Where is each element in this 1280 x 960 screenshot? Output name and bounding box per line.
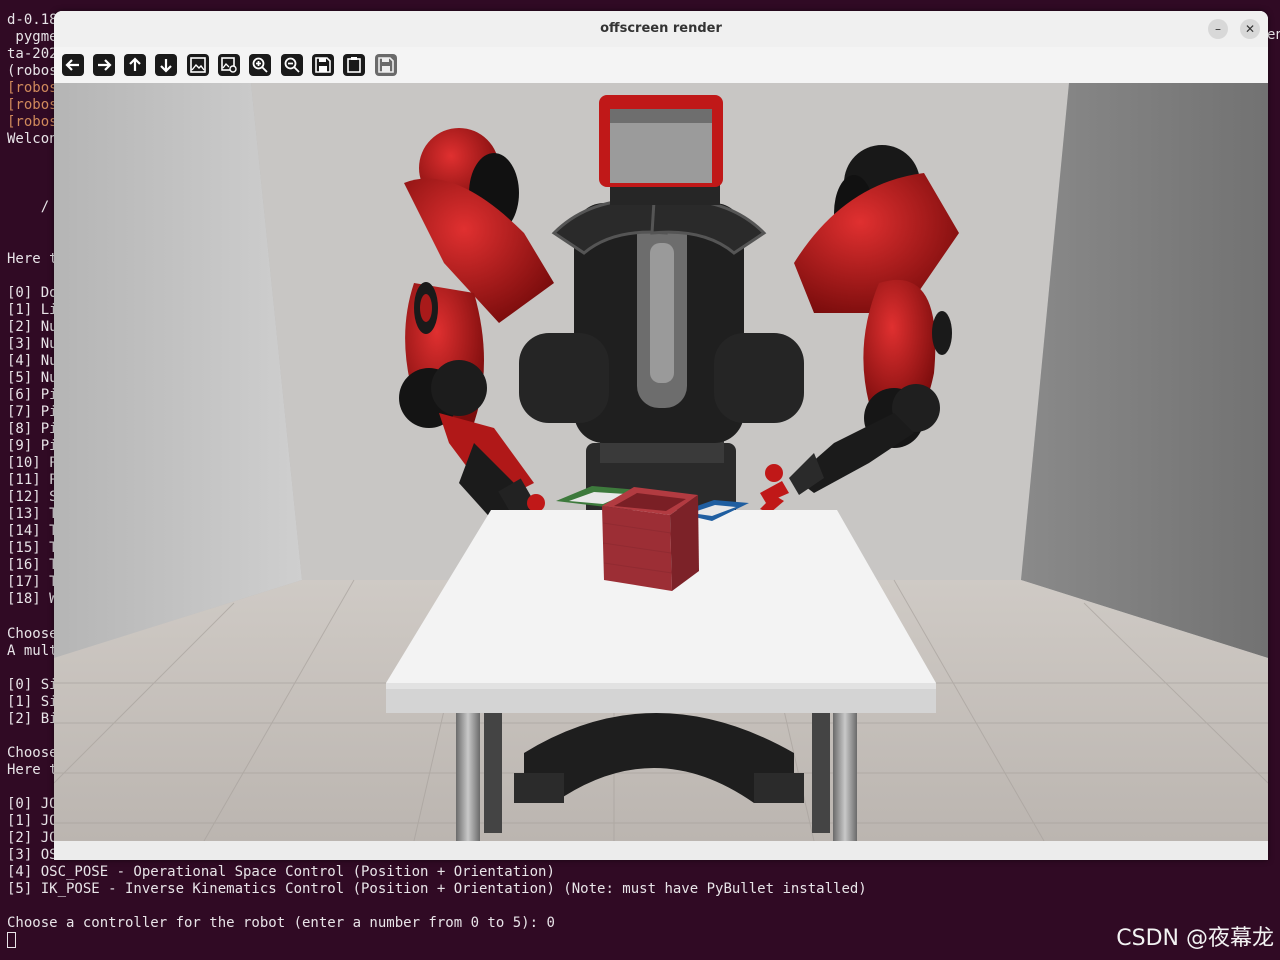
terminal-line: [15] T: [7, 540, 58, 556]
close-button[interactable]: ✕: [1240, 19, 1260, 39]
robot-scene: [54, 83, 1268, 841]
terminal-line: [8] Pi: [7, 421, 58, 437]
image-icon: [187, 54, 209, 76]
terminal-cursor: [7, 932, 16, 948]
terminal-line: Here t: [7, 762, 58, 778]
terminal-line: Here t: [7, 251, 58, 267]
terminal-line: [1] JO: [7, 813, 58, 829]
zoom-in-icon: [249, 54, 271, 76]
watermark: CSDN @夜幕龙: [1116, 926, 1274, 951]
zoom-in-button[interactable]: [248, 53, 272, 77]
terminal-line: pygme: [7, 29, 58, 45]
terminal-line: [0] Do: [7, 285, 58, 301]
save-icon: [312, 54, 334, 76]
toolbar: [54, 47, 1268, 83]
save-button[interactable]: [311, 53, 335, 77]
terminal-line: [3] OS: [7, 847, 58, 863]
terminal-line: [robos: [7, 97, 58, 113]
red-box: [602, 487, 699, 591]
terminal-line: [2] Bi: [7, 711, 58, 727]
terminal-line: [16] T: [7, 557, 58, 573]
terminal-line: [13] T: [7, 506, 58, 522]
terminal-line: [1] Si: [7, 694, 58, 710]
image-edit-button[interactable]: [217, 53, 241, 77]
terminal-line: [11] P: [7, 472, 58, 488]
image-button[interactable]: [186, 53, 210, 77]
down-button[interactable]: [154, 53, 178, 77]
terminal-line: Choose: [7, 626, 58, 642]
minimize-button[interactable]: –: [1208, 19, 1228, 39]
zoom-out-icon: [281, 54, 303, 76]
terminal-line: [5] IK_POSE - Inverse Kinematics Control…: [7, 881, 867, 897]
terminal-line: [18] W: [7, 591, 58, 607]
zoom-out-button[interactable]: [280, 53, 304, 77]
render-viewport[interactable]: [54, 83, 1268, 841]
clipboard-button[interactable]: [342, 53, 366, 77]
terminal-line: Welcon: [7, 131, 58, 147]
terminal-line: [robos: [7, 114, 58, 130]
save-settings-button[interactable]: [374, 53, 398, 77]
terminal-line: A mult: [7, 643, 58, 659]
terminal-line: (robos: [7, 63, 58, 79]
arrow-down-icon: [155, 54, 177, 76]
terminal-line: [4] OSC_POSE - Operational Space Control…: [7, 864, 555, 880]
terminal-line: d-0.18: [7, 12, 58, 28]
terminal-line: [2] Nu: [7, 319, 58, 335]
clipboard-icon: [343, 54, 365, 76]
terminal-line: [4] Nu: [7, 353, 58, 369]
arrow-up-icon: [124, 54, 146, 76]
terminal-line: [5] Nu: [7, 370, 58, 386]
back-button[interactable]: [61, 53, 85, 77]
forward-button[interactable]: [92, 53, 116, 77]
terminal-line: [17] T: [7, 574, 58, 590]
terminal-line: ta-202: [7, 46, 58, 62]
terminal-line: /: [7, 199, 50, 215]
terminal-line: [3] Nu: [7, 336, 58, 352]
terminal-line: Choose: [7, 745, 58, 761]
up-button[interactable]: [123, 53, 147, 77]
terminal-line: [6] Pi: [7, 387, 58, 403]
terminal-line: [14] T: [7, 523, 58, 539]
terminal-right-fragment: en: [1267, 27, 1280, 43]
terminal-line: Choose a controller for the robot (enter…: [7, 915, 555, 931]
arrow-right-icon: [93, 54, 115, 76]
terminal-line: [2] JO: [7, 830, 58, 846]
terminal-line: [7] Pi: [7, 404, 58, 420]
terminal-line: [12] S: [7, 489, 58, 505]
terminal-line: [10] P: [7, 455, 58, 471]
terminal-line: [robos: [7, 80, 58, 96]
status-bar: [54, 841, 1268, 860]
terminal-line: [0] Si: [7, 677, 58, 693]
terminal-line: [0] JO: [7, 796, 58, 812]
terminal-line: [1] Li: [7, 302, 58, 318]
window-title: offscreen render: [600, 21, 722, 36]
window-titlebar[interactable]: offscreen render – ✕: [54, 11, 1268, 47]
save-disabled-icon: [375, 54, 397, 76]
arrow-left-icon: [62, 54, 84, 76]
terminal-line: [9] Pi: [7, 438, 58, 454]
image-edit-icon: [218, 54, 240, 76]
offscreen-render-window: offscreen render – ✕: [54, 11, 1268, 860]
